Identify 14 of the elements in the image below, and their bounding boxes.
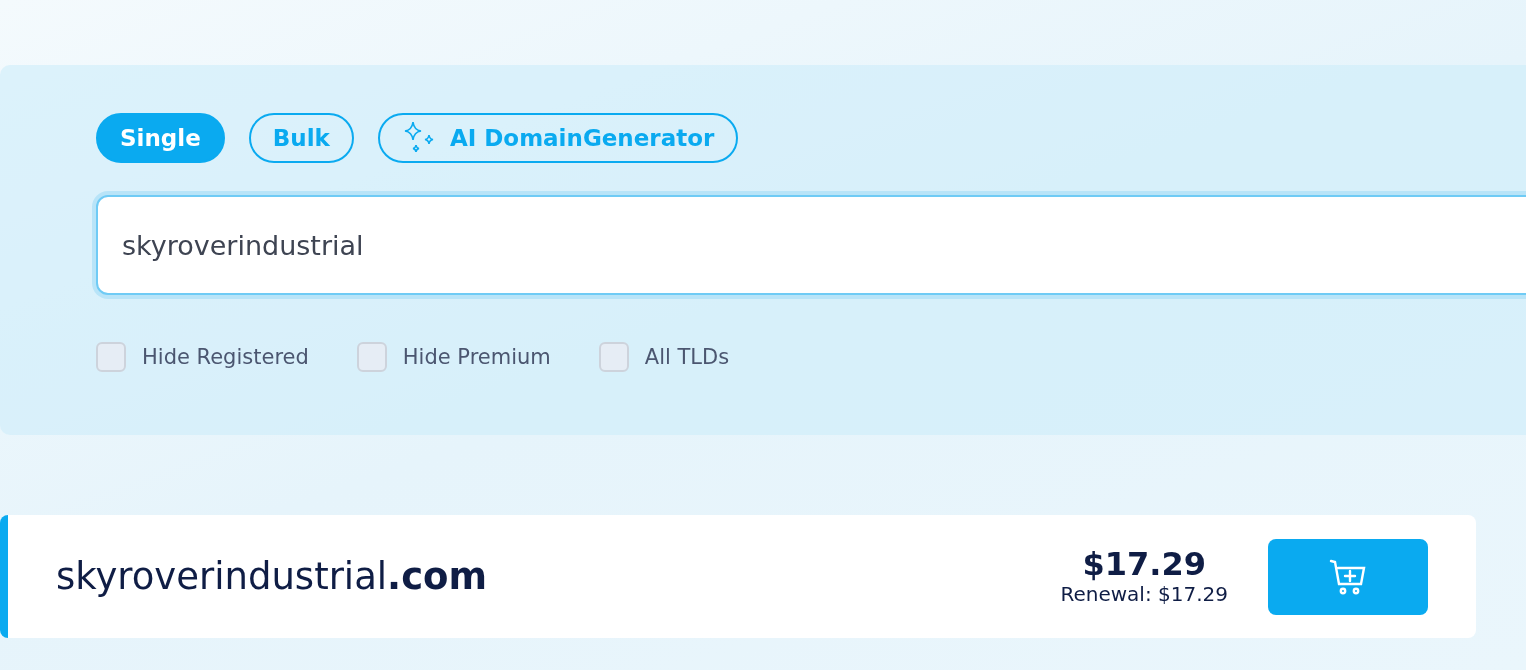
- checkbox[interactable]: [96, 342, 126, 372]
- domain-name: skyroverindustrial.com: [56, 555, 489, 598]
- domain-search-field[interactable]: skyroverindustrial: [96, 195, 1526, 295]
- price: $17.29: [1082, 546, 1206, 583]
- renewal-price: Renewal: $17.29: [1060, 582, 1228, 607]
- search-mode-tab[interactable]: Bulk: [248, 113, 354, 163]
- search-mode-tab[interactable]: AI DomainGenerator: [377, 113, 739, 163]
- search-mode-tab[interactable]: Single: [96, 113, 225, 163]
- checkbox-label: Hide Premium: [402, 345, 551, 369]
- checkbox-label: All TLDs: [644, 345, 730, 369]
- checkbox[interactable]: [356, 342, 387, 372]
- checkbox-label: Hide Registered: [142, 345, 309, 369]
- checkbox[interactable]: [598, 342, 629, 372]
- add-to-cart-button[interactable]: [1268, 538, 1428, 615]
